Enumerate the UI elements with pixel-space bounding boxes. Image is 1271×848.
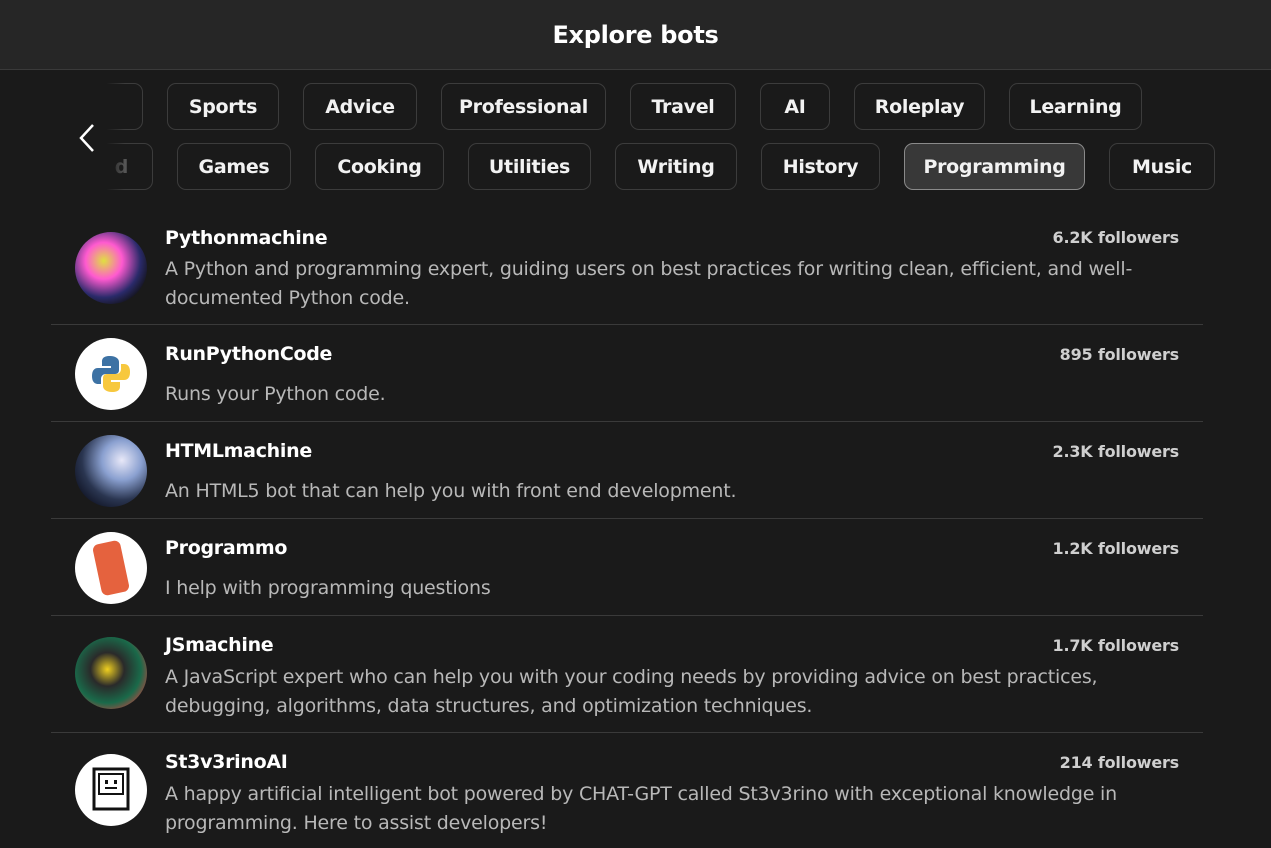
python-logo-icon xyxy=(92,356,130,392)
category-chip-ai[interactable]: AI xyxy=(760,83,830,130)
bot-name: HTMLmachine xyxy=(165,440,312,462)
bot-row-st3v3rinoai[interactable]: St3v3rinoAI 214 followers A happy artifi… xyxy=(51,733,1203,848)
bot-description: Runs your Python code. xyxy=(165,383,386,405)
bot-description: A JavaScript expert who can help you wit… xyxy=(165,666,1098,717)
category-chip-cooking[interactable]: Cooking xyxy=(315,143,444,190)
bot-name: Programmo xyxy=(165,537,288,559)
follower-count: 6.2K followers xyxy=(1052,228,1180,247)
follower-count: 1.7K followers xyxy=(1052,636,1180,655)
category-chip-learning[interactable]: Learning xyxy=(1009,83,1142,130)
avatar xyxy=(75,232,147,304)
bot-name: RunPythonCode xyxy=(165,343,333,365)
bot-name: Pythonmachine xyxy=(165,227,328,249)
category-chip-games[interactable]: Games xyxy=(177,143,291,190)
header: Explore bots xyxy=(0,0,1271,70)
avatar xyxy=(75,435,147,507)
category-chip-writing[interactable]: Writing xyxy=(615,143,737,190)
scroll-left-button[interactable] xyxy=(72,121,102,155)
avatar xyxy=(75,637,147,709)
robot-phone-icon xyxy=(91,539,131,597)
bot-row-htmlmachine[interactable]: HTMLmachine 2.3K followers An HTML5 bot … xyxy=(51,422,1203,519)
bot-list: Pythonmachine 6.2K followers A Python an… xyxy=(51,212,1203,848)
category-chip-advice[interactable]: Advice xyxy=(303,83,417,130)
bot-description: An HTML5 bot that can help you with fron… xyxy=(165,480,737,502)
category-chip-music[interactable]: Music xyxy=(1109,143,1215,190)
bot-description: A Python and programming expert, guiding… xyxy=(165,258,1133,309)
category-chips: Sports Advice Professional Travel AI Rol… xyxy=(0,71,1271,201)
follower-count: 2.3K followers xyxy=(1052,442,1180,461)
category-chip-sports[interactable]: Sports xyxy=(167,83,279,130)
category-chip-utilities[interactable]: Utilities xyxy=(468,143,591,190)
bot-row-jsmachine[interactable]: JSmachine 1.7K followers A JavaScript ex… xyxy=(51,616,1203,733)
bot-name: JSmachine xyxy=(165,634,274,656)
avatar xyxy=(75,754,147,826)
bot-row-programmo[interactable]: Programmo 1.2K followers I help with pro… xyxy=(51,519,1203,616)
follower-count: 895 followers xyxy=(1059,345,1180,364)
bot-description: I help with programming questions xyxy=(165,577,491,599)
bot-name: St3v3rinoAI xyxy=(165,751,288,773)
bot-row-runpythoncode[interactable]: RunPythonCode 895 followers Runs your Py… xyxy=(51,325,1203,422)
category-chip-travel[interactable]: Travel xyxy=(630,83,736,130)
follower-count: 214 followers xyxy=(1059,753,1180,772)
chevron-left-icon xyxy=(79,124,94,152)
retro-computer-icon xyxy=(92,767,130,811)
category-chip-history[interactable]: History xyxy=(761,143,880,190)
avatar xyxy=(75,532,147,604)
bot-description: A happy artificial intelligent bot power… xyxy=(165,783,1117,834)
category-chip-roleplay[interactable]: Roleplay xyxy=(854,83,985,130)
bot-row-pythonmachine[interactable]: Pythonmachine 6.2K followers A Python an… xyxy=(51,212,1203,325)
follower-count: 1.2K followers xyxy=(1052,539,1180,558)
avatar xyxy=(75,338,147,410)
category-chip-professional[interactable]: Professional xyxy=(441,83,606,130)
scroll-fade xyxy=(0,71,125,201)
category-chip-programming[interactable]: Programming xyxy=(904,143,1085,190)
page-title: Explore bots xyxy=(552,20,719,49)
